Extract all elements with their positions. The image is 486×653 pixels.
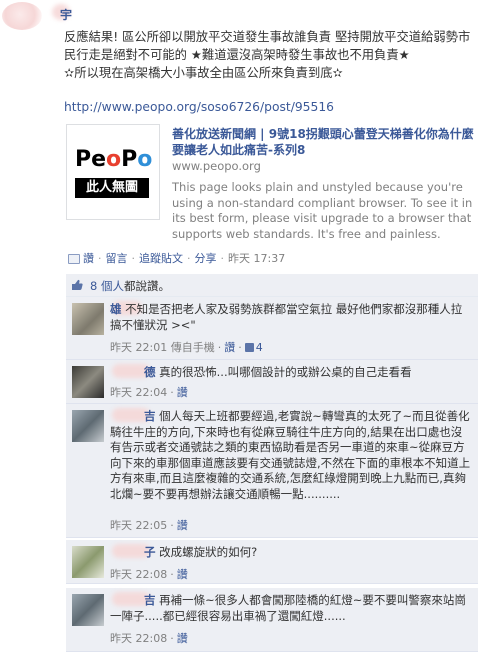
attachment-thumbnail[interactable]: PeoPo 此人無圖 [66,124,160,220]
comment-item: 吉 個人每天上班都要經過,老實說~轉彎真的太死了~而且從善化騎往牛庄的方向,下來… [66,404,478,538]
thumbnail-caption: 此人無圖 [75,178,149,198]
share-button[interactable]: 分享 [195,252,217,265]
comment-time[interactable]: 昨天 22:01 傳自手機 [110,341,215,354]
commenter-name[interactable]: 吉 [144,593,156,607]
post-timestamp[interactable]: 昨天 17:37 [228,252,285,265]
comment-text: 改成螺旋狀的如何? [159,545,258,559]
like-tag-icon [68,254,80,264]
likers-link[interactable]: 8 個人 [90,279,124,293]
comment-meta: 昨天 22:08 · 讚 [110,568,188,581]
comment-meta: 昨天 22:08 · 讚 [110,632,188,645]
post-author-name[interactable]: 宇 [60,6,72,23]
like-button[interactable]: 讚 [83,252,94,265]
likes-summary: 8 個人都說讚。 [90,278,170,294]
commenter-avatar[interactable] [72,546,104,578]
commenter-name[interactable]: 德 [144,365,156,379]
comment-text: 不知是否把老人家及弱勢族群都當空氣拉 最好他們家都沒那種人拉 搞不懂狀況 ><" [110,302,463,332]
comment-body: 吉 個人每天上班都要經過,老實說~轉彎真的太死了~而且從善化騎往牛庄的方向,下來… [110,409,472,502]
likes-suffix: 都說讚。 [123,279,170,293]
comment-meta: 昨天 22:01 傳自手機 · 讚 · 4 [110,341,263,354]
comment-item: 雄 不知是否把老人家及弱勢族群都當空氣拉 最好他們家都沒那種人拉 搞不懂狀況 >… [66,297,478,360]
comment-item: 吉 再補一條~很多人都會闖那陸橋的紅燈~要不要叫警察來站崗一陣子.....都已經… [66,588,478,652]
post-author-avatar[interactable] [2,2,42,30]
post-text: 反應結果! 區公所卻以開放平交道發生事故誰負責 堅持開放平交道給弱勢市民行走是絕… [64,30,471,80]
post-link[interactable]: http://www.peopo.org/soso6726/post/95516 [64,100,334,114]
comment-like-button[interactable]: 讚 [177,568,188,581]
comment-body: 德 真的很恐怖...叫哪個設計的或辦公桌的自己走看看 [110,365,472,381]
commenter-avatar[interactable] [72,410,104,442]
comment-body: 吉 再補一條~很多人都會闖那陸橋的紅燈~要不要叫警察來站崗一陣子.....都已經… [110,593,472,624]
comment-item: 子 改成螺旋狀的如何? 昨天 22:08 · 讚 [66,540,478,584]
comment-text: 再補一條~很多人都會闖那陸橋的紅燈~要不要叫警察來站崗一陣子.....都已經很容… [110,593,466,623]
comment-text: 真的很恐怖...叫哪個設計的或辦公桌的自己走看看 [159,365,412,379]
attachment-description: This page looks plain and unstyled becau… [172,180,473,241]
likes-bar: 8 個人都說讚。 [66,274,478,297]
comment-item: 德 真的很恐怖...叫哪個設計的或辦公桌的自己走看看 昨天 22:04 · 讚 [66,360,478,404]
comment-time[interactable]: 昨天 22:08 [110,632,167,645]
comment-like-button[interactable]: 讚 [177,632,188,645]
comment-text: 個人每天上班都要經過,老實說~轉彎真的太死了~而且從善化騎往牛庄的方向,下來時也… [110,409,471,501]
comment-like-count[interactable]: 4 [256,341,263,354]
attachment-title[interactable]: 善化放送新聞網 | 9號18拐艱頭心蕾登天梯善化你為什麼要讓老人如此痛苦-系列8 [172,126,480,158]
commenter-avatar[interactable] [72,303,104,335]
comment-meta: 昨天 22:04 · 讚 [110,386,188,399]
comment-body: 子 改成螺旋狀的如何? [110,545,472,561]
comment-time[interactable]: 昨天 22:05 [110,519,167,532]
peopo-logo: PeoPo [75,147,152,172]
comment-time[interactable]: 昨天 22:08 [110,568,167,581]
comment-button[interactable]: 留言 [106,252,128,265]
attachment-domain: www.peopo.org [172,159,261,173]
comment-like-button[interactable]: 讚 [177,386,188,399]
commenter-name[interactable]: 雄 [110,302,122,316]
comment-time[interactable]: 昨天 22:04 [110,386,167,399]
logo-text: PeoPo [75,147,153,172]
commenter-name[interactable]: 吉 [144,409,156,423]
comment-meta: 昨天 22:05 · 讚 [110,519,188,532]
thumbs-up-icon [72,279,83,290]
thumbs-up-icon [244,343,254,352]
unfollow-post-button[interactable]: 追蹤貼文 [139,252,183,265]
comment-like-button[interactable]: 讚 [224,341,235,354]
commenter-name[interactable]: 子 [144,545,156,559]
commenter-avatar[interactable] [72,366,104,398]
commenter-avatar[interactable] [72,594,104,626]
post-action-row: 讚 · 留言 · 追蹤貼文 · 分享 · 昨天 17:37 [68,250,285,266]
comment-like-button[interactable]: 讚 [177,519,188,532]
comment-body: 雄 不知是否把老人家及弱勢族群都當空氣拉 最好他們家都沒那種人拉 搞不懂狀況 >… [110,302,472,333]
